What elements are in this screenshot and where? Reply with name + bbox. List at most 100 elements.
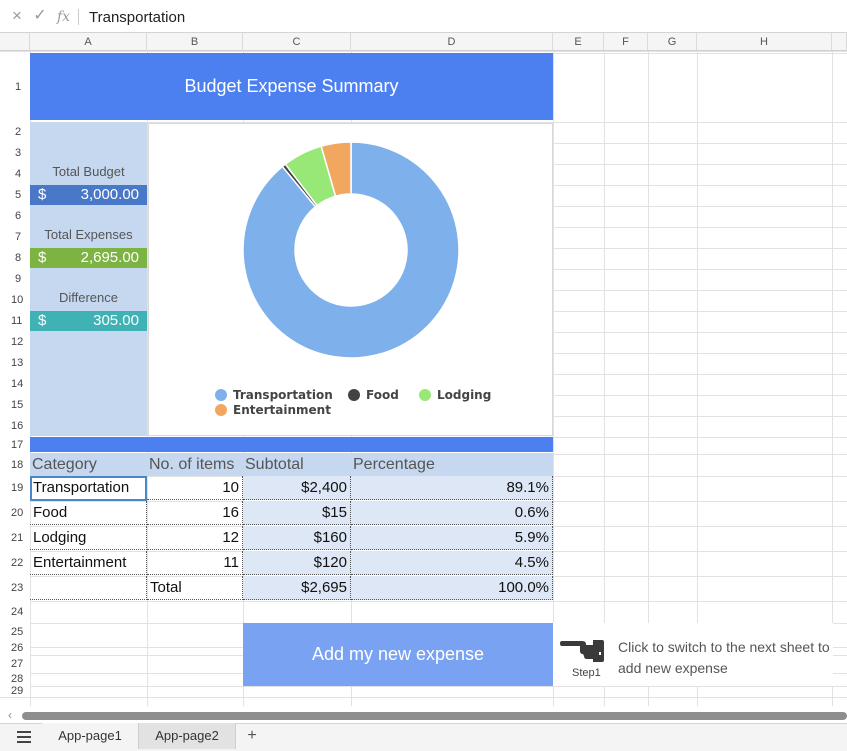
gridline-vertical <box>604 33 605 706</box>
legend-item-food[interactable]: Food <box>348 388 399 402</box>
table-cell-items[interactable]: 10 <box>147 476 243 500</box>
row-header-13[interactable]: 13 <box>0 353 30 374</box>
gridline-horizontal <box>0 51 847 52</box>
row-header-4[interactable]: 4 <box>0 164 30 185</box>
table-cell-subtotal[interactable]: $2,400 <box>243 476 351 500</box>
amount: 305.00 <box>93 312 139 329</box>
cancel-icon[interactable]: × <box>9 7 25 25</box>
row-header-20[interactable]: 20 <box>0 501 30 526</box>
pointing-hand-icon <box>560 640 604 662</box>
gridline-vertical <box>832 33 833 706</box>
row-header-23[interactable]: 23 <box>0 576 30 601</box>
confirm-check-icon[interactable]: ✓ <box>32 7 48 25</box>
header-items[interactable]: No. of items <box>147 453 243 476</box>
currency-symbol: $ <box>38 186 47 203</box>
difference-value[interactable]: $ 305.00 <box>30 311 147 331</box>
table-cell-category[interactable]: Entertainment <box>30 551 147 575</box>
column-header-a[interactable]: A <box>30 33 147 51</box>
row-header-17[interactable]: 17 <box>0 437 30 454</box>
page-title: Budget Expense Summary <box>184 76 399 96</box>
legend-item-lodging[interactable]: Lodging <box>419 388 491 402</box>
row-header-19[interactable]: 19 <box>0 476 30 501</box>
row-header-22[interactable]: 22 <box>0 551 30 576</box>
legend-swatch <box>348 389 360 401</box>
table-cell-items[interactable]: 12 <box>147 526 243 550</box>
column-header-c[interactable]: C <box>243 33 351 51</box>
title-band: Budget Expense Summary <box>30 53 553 120</box>
total-percentage[interactable]: 100.0% <box>351 576 553 600</box>
table-cell-items[interactable]: 11 <box>147 551 243 575</box>
row-header-26[interactable]: 26 <box>0 641 30 655</box>
row-header-18[interactable]: 18 <box>0 454 30 476</box>
row-header-15[interactable]: 15 <box>0 395 30 416</box>
table-cell-subtotal[interactable]: $15 <box>243 501 351 525</box>
row-header-2[interactable]: 2 <box>0 122 30 143</box>
header-subtotal[interactable]: Subtotal <box>243 453 351 476</box>
total-budget-label: Total Budget <box>52 164 125 179</box>
total-label[interactable]: Total <box>147 576 243 600</box>
row-header-9[interactable]: 9 <box>0 269 30 290</box>
hint-text: Click to switch to the next sheet to add… <box>618 639 830 676</box>
row-header-3[interactable]: 3 <box>0 143 30 164</box>
tab-app-page2[interactable]: App-page2 <box>138 723 236 749</box>
add-expense-button-label: Add my new expense <box>311 644 485 664</box>
select-all-corner[interactable] <box>0 33 30 51</box>
header-category[interactable]: Category <box>30 453 147 476</box>
scrollbar-thumb[interactable] <box>22 712 847 720</box>
row-header-8[interactable]: 8 <box>0 248 30 269</box>
row-header-27[interactable]: 27 <box>0 655 30 673</box>
expense-donut-chart[interactable]: Transportation Food Lodging Entertainment <box>148 123 553 436</box>
amount: 2,695.00 <box>80 249 139 266</box>
row-header-12[interactable]: 12 <box>0 332 30 353</box>
add-expense-button[interactable]: Add my new expense <box>243 623 553 686</box>
row-header-21[interactable]: 21 <box>0 526 30 551</box>
legend-item-entertainment[interactable]: Entertainment <box>215 403 331 417</box>
row-header-5[interactable]: 5 <box>0 185 30 206</box>
legend-item-transportation[interactable]: Transportation <box>215 388 333 402</box>
table-cell-percentage[interactable]: 4.5% <box>351 551 553 575</box>
total-budget-value[interactable]: $ 3,000.00 <box>30 185 147 205</box>
table-cell-percentage[interactable]: 0.6% <box>351 501 553 525</box>
row-header-1[interactable]: 1 <box>0 53 30 122</box>
gridline-horizontal <box>0 686 847 687</box>
total-expenses-value[interactable]: $ 2,695.00 <box>30 248 147 268</box>
column-header-f[interactable]: F <box>604 33 648 51</box>
table-cell-subtotal[interactable]: $160 <box>243 526 351 550</box>
table-cell-items[interactable]: 16 <box>147 501 243 525</box>
legend-label: Transportation <box>233 388 333 402</box>
sheet-list-icon[interactable] <box>17 731 31 743</box>
total-subtotal[interactable]: $2,695 <box>243 576 351 600</box>
scroll-left-icon[interactable]: ‹ <box>8 708 12 722</box>
formula-input[interactable]: Transportation <box>89 8 185 28</box>
column-header-b[interactable]: B <box>147 33 243 51</box>
table-cell-category[interactable]: Lodging <box>30 526 147 550</box>
row-header-11[interactable]: 11 <box>0 311 30 332</box>
table-cell-category[interactable]: Food <box>30 501 147 525</box>
table-cell-percentage[interactable]: 89.1% <box>351 476 553 500</box>
header-percentage[interactable]: Percentage <box>351 453 553 476</box>
column-header-e[interactable]: E <box>553 33 604 51</box>
formula-separator <box>78 9 79 25</box>
row-header-6[interactable]: 6 <box>0 206 30 227</box>
column-header-h[interactable]: H <box>697 33 832 51</box>
row-header-10[interactable]: 10 <box>0 290 30 311</box>
row-header-7[interactable]: 7 <box>0 227 30 248</box>
row-header-16[interactable]: 16 <box>0 416 30 437</box>
tab-app-page1[interactable]: App-page1 <box>42 723 138 749</box>
table-cell-percentage[interactable]: 5.9% <box>351 526 553 550</box>
gridline-vertical <box>648 33 649 706</box>
add-sheet-button[interactable]: + <box>243 723 261 749</box>
row-header-14[interactable]: 14 <box>0 374 30 395</box>
total-expenses-label: Total Expenses <box>44 227 133 242</box>
step-label: Step1 <box>572 667 601 679</box>
row-header-29[interactable]: 29 <box>0 686 30 697</box>
table-cell-subtotal[interactable]: $120 <box>243 551 351 575</box>
row-header-24[interactable]: 24 <box>0 601 30 623</box>
amount: 3,000.00 <box>80 186 139 203</box>
row-header-25[interactable]: 25 <box>0 623 30 641</box>
currency-symbol: $ <box>38 312 47 329</box>
formula-bar: × ✓ fx Transportation <box>0 0 847 33</box>
column-header-d[interactable]: D <box>351 33 553 51</box>
total-row-blank[interactable] <box>30 576 147 600</box>
column-header-g[interactable]: G <box>648 33 697 51</box>
